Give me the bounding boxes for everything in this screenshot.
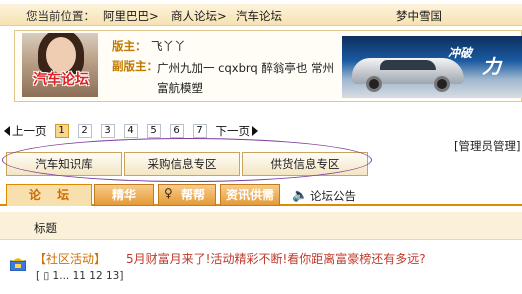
tab-forum[interactable]: 论 坛 bbox=[6, 184, 92, 206]
topic-title-link[interactable]: 5月财富月来了!活动精彩不断!看你距离富豪榜还有多远? bbox=[126, 250, 426, 267]
banner-text-large: 力 bbox=[482, 56, 502, 78]
page-number-7[interactable]: 7 bbox=[192, 124, 207, 138]
page-number-3[interactable]: 3 bbox=[100, 124, 115, 138]
next-page-link[interactable]: 下一页 bbox=[216, 123, 251, 139]
submoderator-names[interactable]: 广州九加一 cqxbrq 醉翁亭也 常州富航模塑 bbox=[157, 58, 343, 98]
announcement-link[interactable]: 论坛公告 bbox=[310, 188, 356, 204]
car-window bbox=[380, 60, 436, 70]
moderator-name-link[interactable]: 飞丫丫 bbox=[151, 38, 186, 54]
banner-text: 冲破 bbox=[448, 46, 473, 60]
page-number-4[interactable]: 4 bbox=[123, 124, 138, 138]
username-link[interactable]: 梦中雪国 bbox=[396, 8, 442, 24]
sticky-topic-icon bbox=[10, 258, 26, 271]
next-arrow-icon[interactable] bbox=[252, 126, 258, 136]
photo-face bbox=[46, 37, 76, 73]
prev-arrow-icon[interactable] bbox=[4, 126, 10, 136]
forum-logo-text: 汽车论坛 bbox=[33, 72, 89, 88]
highlight-annotation-ring bbox=[2, 138, 372, 182]
moderator-label: 版主： bbox=[112, 39, 147, 53]
breadcrumb-label: 您当前位置： bbox=[26, 9, 95, 23]
breadcrumb-link-merchant-forum[interactable]: 商人论坛> bbox=[171, 8, 227, 24]
car-ad-banner[interactable]: 冲破 力 bbox=[342, 36, 522, 98]
page-number-1[interactable]: 1 bbox=[54, 124, 69, 138]
topic-list-header bbox=[0, 212, 522, 240]
topic-page-links[interactable]: [ ▯ 1... 11 12 13] bbox=[36, 270, 123, 282]
page-number-6[interactable]: 6 bbox=[169, 124, 184, 138]
page-number-2[interactable]: 2 bbox=[77, 124, 92, 138]
car-wheel bbox=[434, 76, 450, 92]
tab-elite[interactable]: 精华 bbox=[94, 184, 154, 206]
breadcrumb-link-car-forum[interactable]: 汽车论坛 bbox=[236, 8, 282, 24]
prev-page-link[interactable]: 上一页 bbox=[12, 123, 47, 139]
forum-logo-image: 汽车论坛 bbox=[22, 33, 98, 97]
breadcrumb-link-alibaba[interactable]: 阿里巴巴> bbox=[103, 8, 159, 24]
pagination: 上一页 1 2 3 4 5 6 7 下一页 bbox=[4, 124, 258, 138]
car-wheel bbox=[366, 76, 382, 92]
column-header-title: 标题 bbox=[34, 221, 57, 235]
admin-manage-link[interactable]: [管理员管理] bbox=[454, 138, 520, 154]
topic-tag[interactable]: 【社区活动】 bbox=[34, 250, 106, 267]
tab-news-supply[interactable]: 资讯供需 bbox=[220, 184, 280, 206]
trophy-icon: ♀ bbox=[164, 186, 173, 200]
speaker-icon: 🔈 bbox=[292, 188, 309, 203]
page-number-5[interactable]: 5 bbox=[146, 124, 161, 138]
submoderator-label: 副版主： bbox=[112, 59, 158, 73]
